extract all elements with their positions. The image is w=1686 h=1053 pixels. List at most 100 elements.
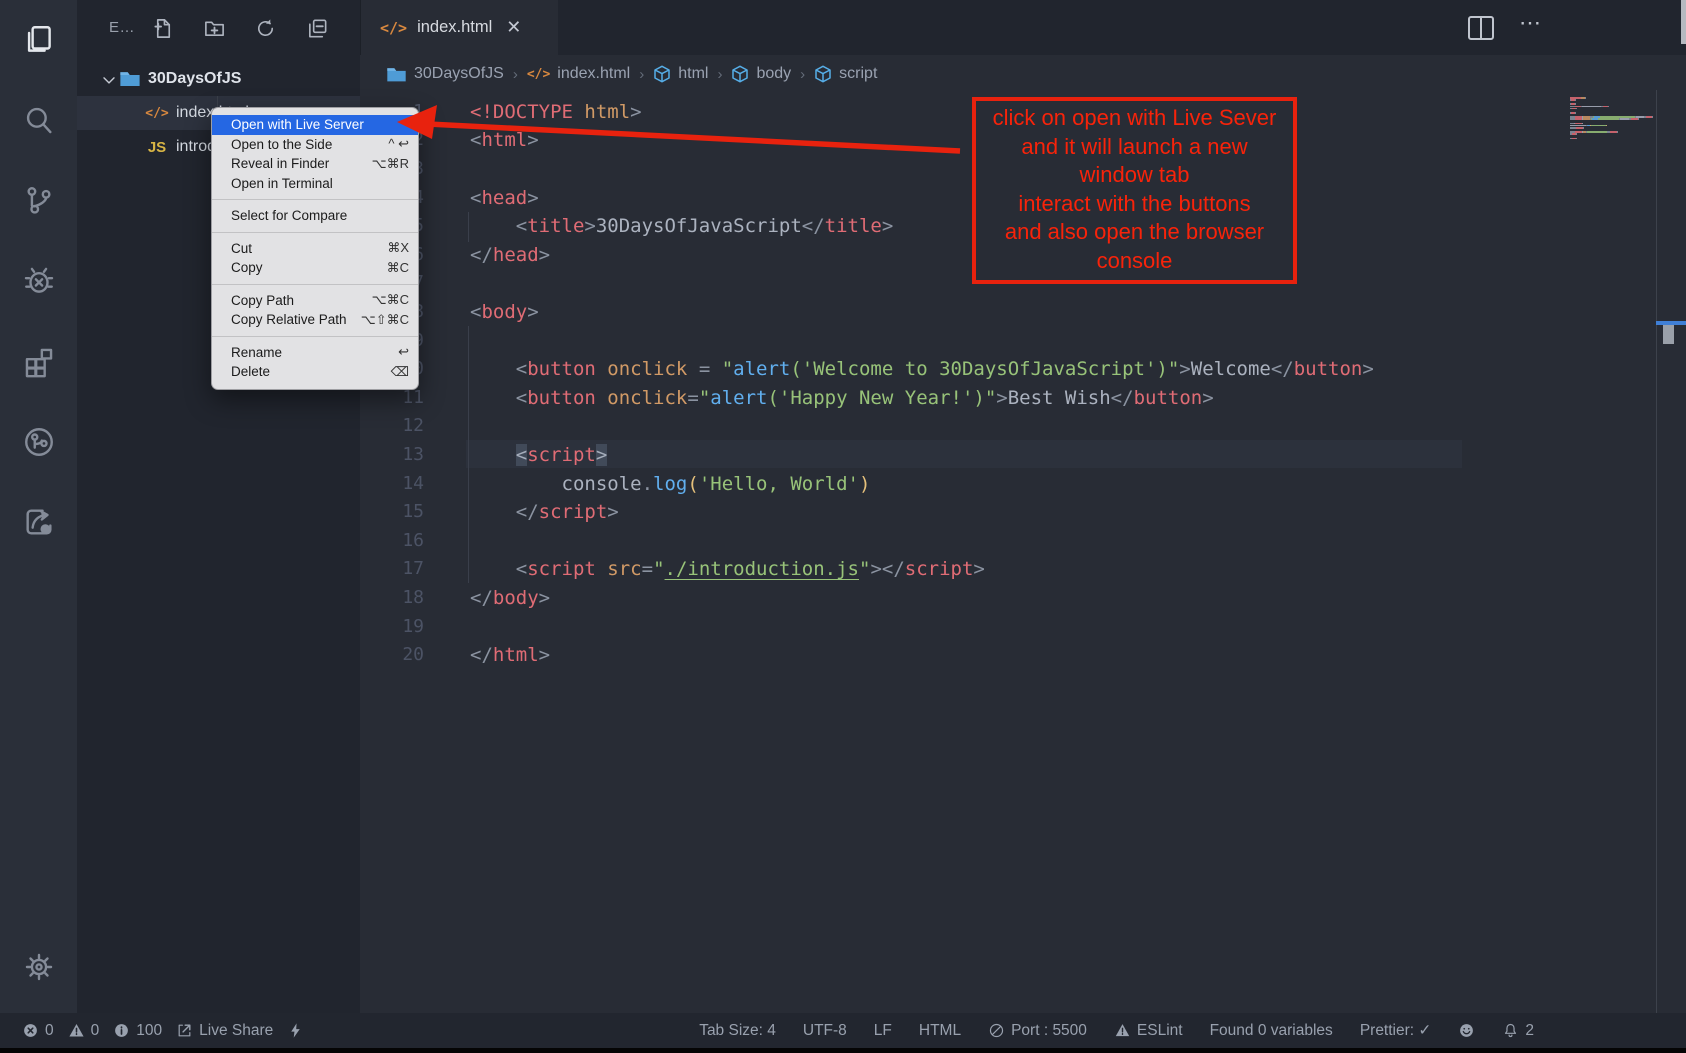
zap-icon — [287, 1022, 304, 1039]
activity-live-share-icon[interactable] — [0, 407, 77, 477]
line-number: 13 — [360, 441, 424, 470]
menu-item-open-in-terminal[interactable]: Open in Terminal — [212, 174, 418, 194]
activity-bar — [0, 0, 77, 1048]
status-eol[interactable]: LF — [874, 1022, 892, 1040]
code-line-14[interactable]: 14 console.log('Hello, World') — [360, 470, 1686, 499]
status-prettier[interactable]: Prettier: ✓ — [1360, 1021, 1432, 1040]
menu-item-copy-path[interactable]: Copy Path⌥⌘C — [212, 291, 418, 311]
status-variables-count[interactable]: Found 0 variables — [1210, 1022, 1333, 1040]
annotation-text: console — [976, 247, 1293, 276]
breadcrumb-body[interactable]: body — [731, 65, 791, 83]
menu-item-reveal-in-finder[interactable]: Reveal in Finder⌥⌘R — [212, 154, 418, 174]
status-language-mode[interactable]: HTML — [919, 1022, 961, 1040]
warn-tri-icon — [1114, 1022, 1131, 1039]
menu-item-select-for-compare[interactable]: Select for Compare — [212, 206, 418, 226]
annotation-text: window tab — [976, 161, 1293, 190]
folder-icon — [386, 66, 407, 83]
minimap[interactable] — [1570, 97, 1654, 157]
activity-share-icon[interactable] — [0, 487, 77, 557]
status-live-server-port[interactable]: Port : 5500 — [988, 1022, 1087, 1040]
code-line-13[interactable]: 13 <script> — [360, 441, 1686, 470]
html-file-icon: </> — [145, 106, 169, 121]
status-bar: 00 100 Live Share Tab Size: 4 UTF-8 LF HTML Po… — [0, 1013, 1686, 1048]
new-file-icon[interactable] — [149, 14, 177, 42]
new-folder-icon[interactable] — [200, 14, 228, 42]
breadcrumb-html[interactable]: html — [653, 65, 708, 83]
settings-gear-icon[interactable] — [0, 932, 77, 1002]
code-line-18[interactable]: 18</body> — [360, 584, 1686, 613]
status-errors-indicator[interactable]: 0 — [22, 1022, 54, 1040]
code-line-12[interactable]: 12 — [360, 412, 1686, 441]
status-info-indicator[interactable]: 100 — [113, 1022, 162, 1040]
breadcrumb-30daysofjs[interactable]: 30DaysOfJS — [386, 65, 504, 83]
status-left-group: 00 100 Live Share — [0, 1022, 304, 1040]
line-number: 19 — [360, 613, 424, 642]
menu-item-cut[interactable]: Cut⌘X — [212, 239, 418, 259]
status-warnings-indicator[interactable]: 0 — [68, 1022, 100, 1040]
code-line-16[interactable]: 16 — [360, 527, 1686, 556]
status-zap[interactable] — [287, 1022, 304, 1039]
annotation-text: and it will launch a new — [976, 133, 1293, 162]
status-eslint[interactable]: ESLint — [1114, 1022, 1183, 1040]
menu-item-copy[interactable]: Copy⌘C — [212, 258, 418, 278]
tree-item-30daysofjs[interactable]: 30DaysOfJS — [77, 62, 360, 96]
bottom-strip — [0, 1048, 1686, 1053]
activity-search-icon[interactable] — [0, 85, 77, 155]
status-tab-size[interactable]: Tab Size: 4 — [699, 1022, 776, 1040]
breadcrumb-index-html[interactable]: </>index.html — [527, 65, 630, 83]
line-number: 18 — [360, 584, 424, 613]
explorer-title: E… — [109, 19, 135, 36]
refresh-icon[interactable] — [251, 14, 279, 42]
menu-separator — [212, 284, 418, 285]
split-editor-icon[interactable] — [1467, 15, 1495, 41]
breadcrumb-script[interactable]: script — [814, 65, 877, 83]
line-number: 14 — [360, 470, 424, 499]
scrollbar-corner — [1681, 0, 1686, 44]
status-encoding[interactable]: UTF-8 — [803, 1022, 847, 1040]
line-number: 17 — [360, 555, 424, 584]
line-number: 12 — [360, 412, 424, 441]
menu-item-open-with-live-server[interactable]: Open with Live Server — [212, 115, 418, 135]
code-line-10[interactable]: 10 <button onclick = "alert('Welcome to … — [360, 355, 1686, 384]
breadcrumb: 30DaysOfJS›</>index.html›html›body›scrip… — [386, 58, 877, 90]
activity-debug-icon[interactable] — [0, 246, 77, 316]
symbol-cube-icon — [814, 65, 832, 83]
context-menu: Open with Live ServerOpen to the Side^ ↩… — [211, 107, 419, 390]
line-number: 15 — [360, 498, 424, 527]
code-line-20[interactable]: 20</html> — [360, 641, 1686, 670]
symbol-cube-icon — [731, 65, 749, 83]
annotation-text: click on open with Live Sever — [976, 104, 1293, 133]
code-line-8[interactable]: 8<body> — [360, 298, 1686, 327]
warning-icon — [68, 1022, 85, 1039]
activity-source-control-icon[interactable] — [0, 165, 77, 235]
line-number: 16 — [360, 527, 424, 556]
collapse-folders-icon[interactable] — [303, 14, 331, 42]
code-line-15[interactable]: 15 </script> — [360, 498, 1686, 527]
menu-item-delete[interactable]: Delete⌫ — [212, 362, 418, 382]
code-line-11[interactable]: 11 <button onclick="alert('Happy New Yea… — [360, 384, 1686, 413]
more-actions-icon[interactable]: ⋯ — [1519, 10, 1544, 36]
menu-item-copy-relative-path[interactable]: Copy Relative Path⌥⇧⌘C — [212, 310, 418, 330]
tab-index-html[interactable]: </> index.html ✕ — [361, 0, 558, 55]
smiley-icon — [1458, 1022, 1475, 1039]
tab-bar: </> index.html ✕ ⋯ — [360, 0, 1686, 55]
html-file-icon: </> — [380, 19, 407, 37]
scrollbar-thumb[interactable] — [1663, 325, 1674, 344]
activity-explorer-icon[interactable] — [0, 5, 77, 75]
status-notifications-bell[interactable]: 2 — [1502, 1022, 1534, 1040]
code-line-9[interactable]: 9 — [360, 327, 1686, 356]
bell-icon — [1502, 1022, 1519, 1039]
code-line-19[interactable]: 19 — [360, 613, 1686, 642]
symbol-cube-icon — [653, 65, 671, 83]
chevron-down-icon — [99, 70, 119, 88]
status-feedback-smiley[interactable] — [1458, 1022, 1475, 1039]
menu-item-rename[interactable]: Rename↩ — [212, 343, 418, 363]
code-line-17[interactable]: 17 <script src="./introduction.js"></scr… — [360, 555, 1686, 584]
status-live-share[interactable]: Live Share — [176, 1022, 273, 1040]
breadcrumb-separator: › — [639, 66, 644, 83]
error-icon — [22, 1022, 39, 1039]
html-file-icon: </> — [527, 67, 550, 82]
menu-item-open-to-the-side[interactable]: Open to the Side^ ↩ — [212, 135, 418, 155]
tab-close-icon[interactable]: ✕ — [506, 17, 521, 38]
activity-extensions-icon[interactable] — [0, 327, 77, 397]
